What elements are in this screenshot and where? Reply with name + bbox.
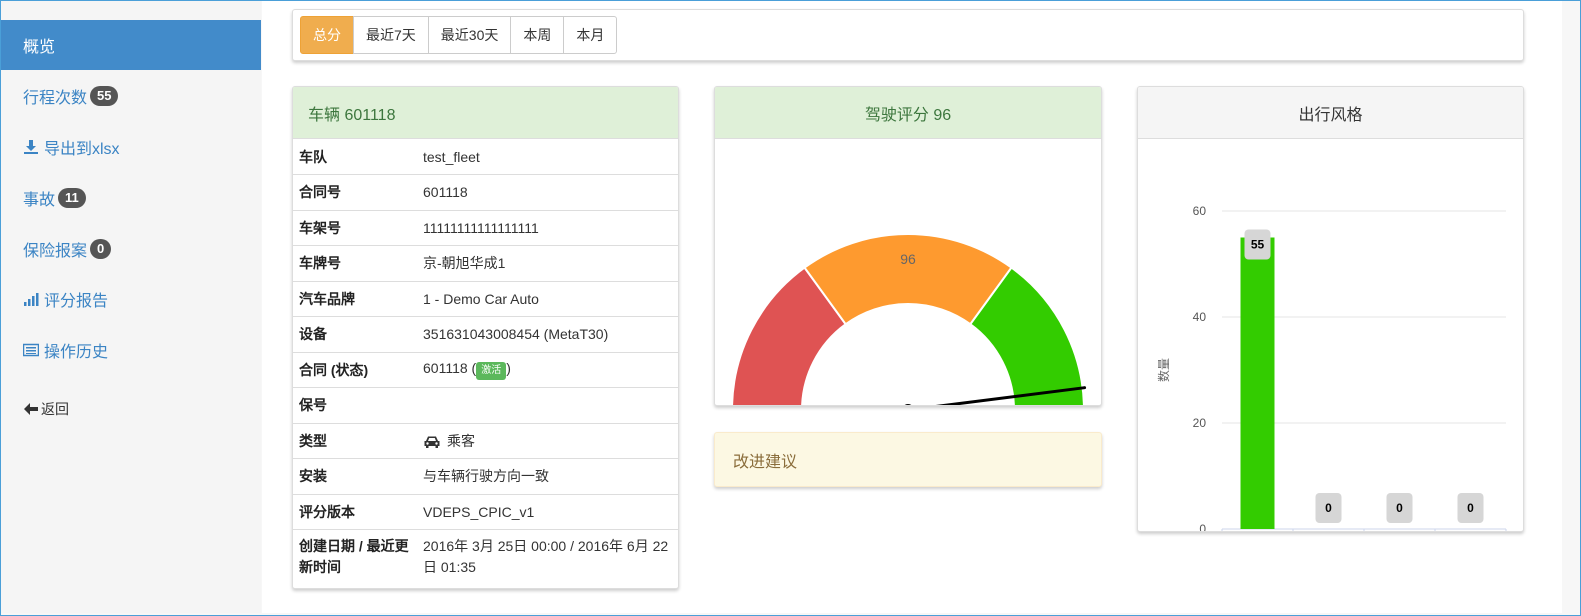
row-value: 11111111111111111	[417, 209, 678, 246]
nav-overview-label: 概览	[23, 39, 56, 56]
period-last7-button[interactable]: 最近7天	[353, 16, 429, 54]
gauge-value-label: 96	[900, 251, 916, 267]
table-row: 保号	[293, 387, 678, 423]
row-key: 创建日期 / 最近更新时间	[293, 529, 417, 584]
travel-style-title: 出行风格	[1138, 87, 1523, 139]
suggestions-title: 改进建议	[733, 453, 798, 471]
table-row: 创建日期 / 最近更新时间 2016年 3月 25日 00:00 / 2016年 …	[293, 529, 678, 584]
table-row: 安装 与车辆行驶方向一致	[293, 458, 678, 494]
vehicle-type: 乘客	[447, 432, 475, 449]
nav-accidents[interactable]: 事故 11	[1, 173, 261, 223]
vehicle-info-table: 车队 test_fleet 合同号 601118 车架号 11111111111111…	[293, 139, 678, 584]
table-row: 类型 乘客	[293, 422, 678, 459]
data-label: 55	[1251, 238, 1265, 252]
period-button-group: 总分 最近7天 最近30天 本周 本月	[300, 16, 618, 54]
travel-style-chart: 0204060 数量 55000 绿色黄色红色异常危险	[1156, 204, 1507, 531]
nav-score-report[interactable]: 评分报告	[1, 274, 261, 324]
download-icon	[24, 140, 38, 154]
nav-history[interactable]: 操作历史	[1, 325, 261, 375]
vehicle-panel: 车辆 601118 车队 test_fleet 合同号 601118 车架号 1111…	[292, 86, 679, 589]
row-key: 车架号	[293, 209, 417, 246]
row-value: 601118 (激活)	[417, 351, 678, 388]
improvement-suggestions[interactable]: 改进建议	[714, 432, 1102, 487]
y-axis-label: 数量	[1156, 358, 1171, 382]
period-total-button[interactable]: 总分	[300, 16, 354, 54]
nav-trips[interactable]: 行程次数 55	[1, 71, 261, 121]
bar[interactable]	[1240, 237, 1275, 530]
claims-count-badge: 0	[90, 239, 112, 259]
nav-accidents-label: 事故	[23, 192, 56, 209]
row-key: 保号	[293, 387, 417, 423]
list-icon	[23, 343, 39, 357]
table-row: 评分版本 VDEPS_CPIC_v1	[293, 493, 678, 530]
y-tick-label: 0	[1199, 522, 1206, 531]
row-value: 601118	[417, 174, 678, 210]
table-row: 设备 351631043008454 (MetaT30)	[293, 316, 678, 352]
table-row: 合同号 601118	[293, 174, 678, 210]
nav-insurance-label: 保险报案	[23, 243, 88, 260]
travel-style-panel: 出行风格 0204060 数量 55000 绿色黄色红色异常危险	[1137, 86, 1524, 532]
status-badge: 激活	[476, 361, 507, 380]
gauge-pivot	[904, 404, 912, 405]
data-label: 0	[1325, 501, 1332, 515]
data-label: 0	[1467, 501, 1474, 515]
driving-score-panel: 驾驶评分 96 96	[714, 86, 1102, 406]
nav-insurance-claims[interactable]: 保险报案 0	[1, 224, 261, 274]
row-key: 车牌号	[293, 245, 417, 281]
bar-chart-icon	[24, 293, 39, 306]
y-tick-label: 20	[1193, 416, 1207, 430]
driving-score-title: 驾驶评分 96	[715, 87, 1101, 139]
row-key: 安装	[293, 458, 417, 494]
table-row: 车牌号 京-朝旭华成1	[293, 245, 678, 281]
score-gauge: 96	[731, 233, 1087, 405]
nav-history-label: 操作历史	[44, 344, 109, 361]
row-value: 2016年 3月 25日 00:00 / 2016年 6月 22日 01:35	[417, 529, 678, 584]
nav-trips-label: 行程次数	[23, 90, 88, 107]
row-value: 乘客	[417, 422, 678, 459]
row-key: 车队	[299, 148, 327, 165]
vehicle-panel-title: 车辆 601118	[293, 87, 678, 139]
back-link-label: 返回	[41, 401, 69, 417]
row-value: test_fleet	[423, 148, 480, 165]
period-month-button[interactable]: 本月	[563, 16, 618, 54]
nav-overview[interactable]: 概览	[1, 20, 261, 70]
table-row: 车队 test_fleet	[293, 139, 678, 175]
chart-bars: 55 0 0 0	[1240, 229, 1484, 530]
nav-score-report-label: 评分报告	[44, 293, 109, 310]
row-key: 类型	[293, 422, 417, 459]
row-key: 设备	[293, 316, 417, 352]
nav-export-label: 导出到xlsx	[44, 141, 120, 158]
data-label: 0	[1396, 501, 1403, 515]
trips-count-badge: 55	[90, 86, 119, 106]
sidebar: 概览 行程次数 55 导出到xlsx 事故 11 保险报案 0 评分报告 操作历…	[1, 1, 261, 613]
row-key: 汽车品牌	[293, 280, 417, 317]
row-value: 与车辆行驶方向一致	[417, 458, 678, 494]
arrow-left-icon	[24, 403, 38, 415]
row-value	[417, 387, 678, 423]
table-row: 汽车品牌 1 - Demo Car Auto	[293, 280, 678, 317]
contract-suffix: )	[506, 359, 511, 376]
table-row: 车架号 11111111111111111	[293, 209, 678, 246]
row-value: VDEPS_CPIC_v1	[417, 493, 678, 530]
back-link[interactable]: 返回	[1, 384, 261, 434]
accidents-count-badge: 11	[58, 188, 86, 208]
period-last30-button[interactable]: 最近30天	[427, 16, 512, 54]
y-tick-label: 40	[1193, 310, 1207, 324]
period-week-button[interactable]: 本周	[510, 16, 565, 54]
y-tick-label: 60	[1193, 204, 1207, 218]
row-value: 京-朝旭华成1	[417, 245, 678, 281]
period-toolbar: 总分 最近7天 最近30天 本周 本月	[292, 9, 1524, 61]
row-key: 合同号	[293, 174, 417, 210]
row-key: 合同 (状态)	[293, 351, 417, 388]
nav-export[interactable]: 导出到xlsx	[1, 122, 261, 172]
row-value: 351631043008454 (MetaT30)	[417, 316, 678, 352]
table-row: 合同 (状态) 601118 (激活)	[293, 351, 678, 388]
car-icon	[424, 436, 440, 449]
contract-number: 601118 (	[423, 359, 477, 376]
row-key: 评分版本	[293, 493, 417, 530]
y-axis-ticks: 0 20 40 60	[1193, 204, 1207, 531]
row-value: 1 - Demo Car Auto	[417, 280, 678, 317]
